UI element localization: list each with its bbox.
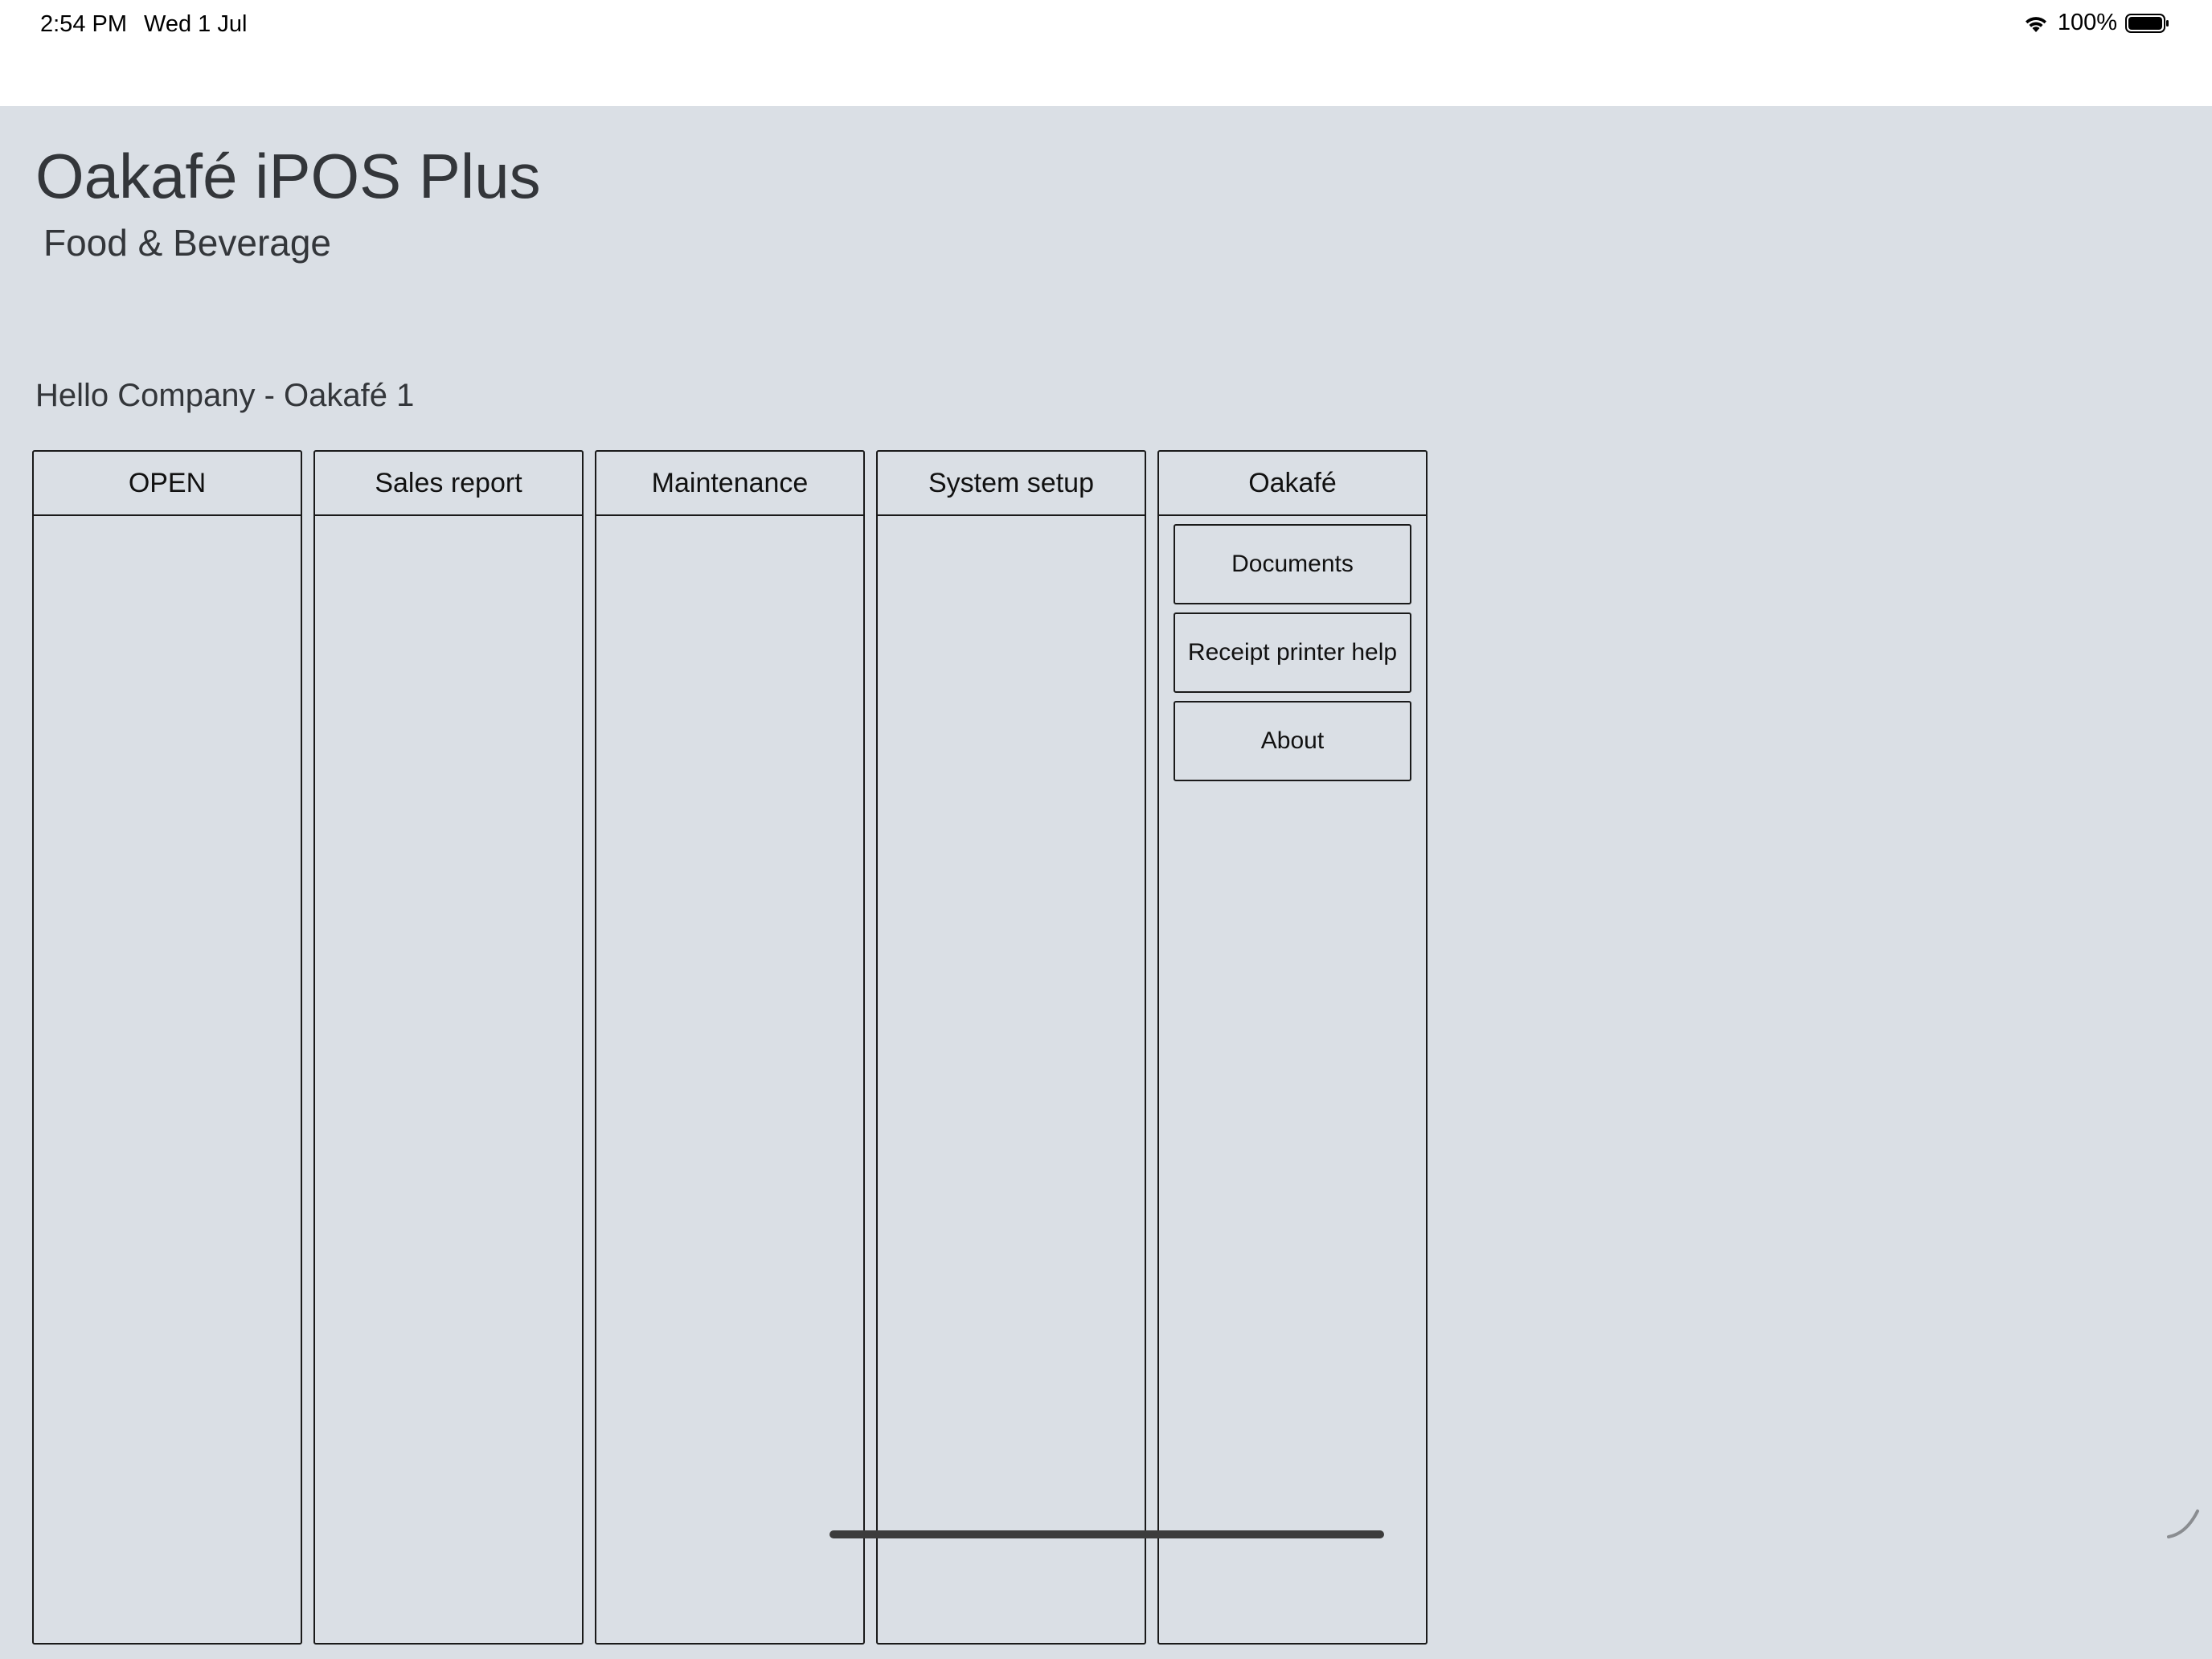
menu-column-oakafe: Oakafé Documents Receipt printer help Ab… — [1157, 450, 1428, 1645]
about-button[interactable]: About — [1174, 701, 1411, 781]
main-content: Oakafé iPOS Plus Food & Beverage Hello C… — [0, 106, 2212, 1659]
status-bar: 2:54 PM Wed 1 Jul 100% — [0, 0, 2212, 106]
receipt-printer-help-button[interactable]: Receipt printer help — [1174, 612, 1411, 693]
battery-percentage: 100% — [2057, 10, 2117, 35]
wifi-icon — [2022, 13, 2050, 34]
column-header-sales-report[interactable]: Sales report — [315, 452, 582, 516]
home-indicator[interactable] — [830, 1530, 1384, 1538]
ipad-screen: 2:54 PM Wed 1 Jul 100% Oakafé iPOS Plus — [0, 0, 2212, 1659]
resize-corner-icon — [2165, 1505, 2201, 1540]
battery-icon — [2125, 13, 2170, 34]
menu-column-sales-report: Sales report — [313, 450, 584, 1645]
status-time: 2:54 PM — [40, 11, 127, 37]
column-header-open[interactable]: OPEN — [34, 452, 301, 516]
menu-column-system-setup: System setup — [876, 450, 1146, 1645]
column-header-oakafe[interactable]: Oakafé — [1159, 452, 1426, 516]
menu-column-maintenance: Maintenance — [595, 450, 865, 1645]
status-date: Wed 1 Jul — [144, 11, 248, 37]
oakafe-button-list: Documents Receipt printer help About — [1159, 516, 1426, 781]
app-subtitle: Food & Beverage — [43, 222, 332, 264]
menu-column-open: OPEN — [32, 450, 302, 1645]
column-header-maintenance[interactable]: Maintenance — [596, 452, 863, 516]
documents-button[interactable]: Documents — [1174, 524, 1411, 604]
column-header-system-setup[interactable]: System setup — [878, 452, 1145, 516]
status-indicators: 100% — [2022, 10, 2170, 36]
app-title: Oakafé iPOS Plus — [35, 141, 541, 211]
greeting-text: Hello Company - Oakafé 1 — [35, 378, 415, 413]
